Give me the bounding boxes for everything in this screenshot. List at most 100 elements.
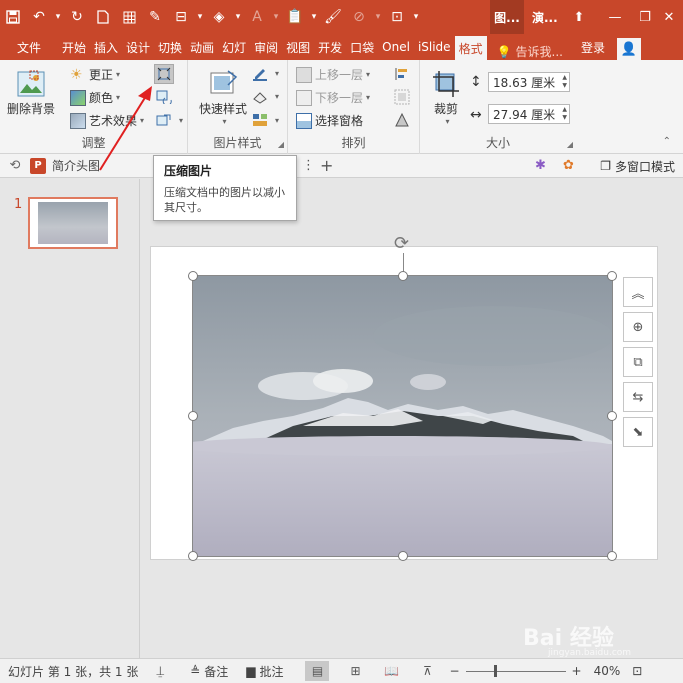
new-tab-icon[interactable]: + bbox=[320, 156, 333, 175]
paste-dropdown-icon[interactable]: ▾ bbox=[308, 0, 320, 34]
size-launcher-icon[interactable]: ◢ bbox=[567, 140, 573, 149]
slide-sorter-icon[interactable]: ⊞ bbox=[343, 661, 367, 681]
format-painter-icon[interactable]: 🖌 bbox=[320, 0, 346, 34]
slide-thumbnail[interactable] bbox=[28, 197, 118, 249]
tab-insert[interactable]: 插入 bbox=[90, 34, 122, 60]
tab-review[interactable]: 审阅 bbox=[250, 34, 282, 60]
color-button[interactable]: 颜色 ▾ bbox=[70, 89, 120, 106]
width-stepper-icon[interactable]: ▲ ▼ bbox=[562, 106, 567, 122]
ribbon-display-icon[interactable]: ⬆ bbox=[561, 0, 597, 34]
close-icon[interactable]: ✕ bbox=[655, 0, 683, 34]
tab-design[interactable]: 设计 bbox=[122, 34, 154, 60]
zoom-in-icon[interactable]: + bbox=[572, 664, 582, 678]
eyedropper-icon[interactable]: ✎ bbox=[142, 0, 168, 34]
collapse-ribbon-icon[interactable]: ⌃ bbox=[663, 136, 671, 147]
no-symbol-icon[interactable]: ⊘ bbox=[346, 0, 372, 34]
picture-layout-icon[interactable] bbox=[250, 110, 270, 130]
screenshot-icon[interactable]: ⊡ bbox=[384, 0, 410, 34]
group-objects-icon[interactable] bbox=[392, 87, 412, 107]
crop-button[interactable]: 裁剪 ▾ bbox=[428, 68, 464, 126]
resize-handle-top-right[interactable] bbox=[607, 271, 617, 281]
crop-corner-icon[interactable]: ⬊ bbox=[623, 417, 653, 447]
send-backward-button[interactable]: 下移一层 ▾ bbox=[296, 89, 370, 106]
remove-background-button[interactable]: 删除背景 bbox=[6, 68, 56, 117]
new-doc-icon[interactable] bbox=[90, 0, 116, 34]
reading-view-icon[interactable]: 📖 bbox=[379, 661, 403, 681]
tab-slideshow[interactable]: 幻灯 bbox=[218, 34, 250, 60]
swap-picture-icon[interactable]: ⇆ bbox=[623, 382, 653, 412]
font-color-dropdown-icon[interactable]: ▾ bbox=[270, 0, 282, 34]
border-dropdown-icon[interactable]: ▾ bbox=[275, 69, 279, 78]
no-symbol-dropdown-icon[interactable]: ▾ bbox=[372, 0, 384, 34]
redo-icon[interactable]: ↻ bbox=[64, 0, 90, 34]
undo-dropdown-icon[interactable]: ▾ bbox=[52, 0, 64, 34]
height-stepper-icon[interactable]: ▲ ▼ bbox=[562, 74, 567, 90]
paste-icon[interactable]: 📋 bbox=[282, 0, 308, 34]
spell-check-icon[interactable]: ⍊ bbox=[156, 664, 164, 679]
compress-pictures-icon[interactable] bbox=[154, 64, 174, 84]
tab-animations[interactable]: 动画 bbox=[186, 34, 218, 60]
rotate-handle-icon[interactable]: ⟳ bbox=[394, 233, 409, 254]
resize-handle-bottom-left[interactable] bbox=[188, 551, 198, 561]
login-link[interactable]: 登录 bbox=[563, 34, 605, 60]
resize-handle-left[interactable] bbox=[188, 411, 198, 421]
resize-handle-top[interactable] bbox=[398, 271, 408, 281]
bring-forward-button[interactable]: 上移一层 ▾ bbox=[296, 66, 370, 83]
zoom-level[interactable]: 40% bbox=[594, 664, 621, 678]
tab-islide[interactable]: iSlide bbox=[414, 34, 455, 60]
sparkle-icon[interactable]: ✱ bbox=[535, 158, 546, 173]
layer-icon[interactable]: ⧉ bbox=[623, 347, 653, 377]
picture-styles-launcher-icon[interactable]: ◢ bbox=[278, 140, 284, 149]
normal-view-icon[interactable]: ▤ bbox=[305, 661, 330, 681]
notes-button[interactable]: ≜ 备注 bbox=[190, 663, 228, 680]
tab-pocket[interactable]: 口袋 bbox=[346, 34, 378, 60]
align-dropdown-icon[interactable]: ▾ bbox=[194, 0, 206, 34]
reset-picture-icon[interactable] bbox=[154, 110, 174, 130]
resize-handle-bottom[interactable] bbox=[398, 551, 408, 561]
tab-home[interactable]: 开始 bbox=[58, 34, 90, 60]
width-input[interactable]: 27.94 厘米 ▲ ▼ bbox=[488, 104, 570, 124]
artistic-effects-button[interactable]: 艺术效果 ▾ bbox=[70, 112, 144, 129]
fill-color-icon[interactable]: ◈ bbox=[206, 0, 232, 34]
zoom-out-icon[interactable]: − bbox=[449, 664, 459, 678]
tab-view[interactable]: 视图 bbox=[282, 34, 314, 60]
slideshow-icon[interactable]: ⊼ bbox=[415, 661, 439, 681]
layout-dropdown-icon[interactable]: ▾ bbox=[275, 116, 279, 125]
tab-onenote[interactable]: Onel bbox=[378, 34, 414, 60]
fill-dropdown-icon[interactable]: ▾ bbox=[232, 0, 244, 34]
zoom-slider-thumb[interactable] bbox=[493, 664, 497, 677]
effects-dropdown-icon[interactable]: ▾ bbox=[275, 92, 279, 101]
quick-styles-button[interactable]: 快速样式 ▾ bbox=[196, 68, 250, 126]
share-user-icon[interactable]: 👤 bbox=[617, 38, 641, 60]
more-options-icon[interactable]: ⋮ bbox=[302, 158, 315, 173]
collapse-up-icon[interactable]: ︽ bbox=[623, 277, 653, 307]
document-tab[interactable]: P 简介头图 bbox=[30, 157, 100, 174]
resize-handle-right[interactable] bbox=[607, 411, 617, 421]
zoom-slider[interactable] bbox=[465, 664, 566, 677]
resize-handle-top-left[interactable] bbox=[188, 271, 198, 281]
align-icon[interactable]: ⊟ bbox=[168, 0, 194, 34]
customize-qat-icon[interactable]: ▾ bbox=[410, 0, 422, 34]
comments-button[interactable]: ▆ 批注 bbox=[246, 663, 283, 680]
selection-pane-button[interactable]: 选择窗格 bbox=[296, 112, 363, 129]
picture-border-icon[interactable] bbox=[250, 64, 270, 84]
grid-icon[interactable] bbox=[116, 0, 142, 34]
history-icon[interactable]: ⟲ bbox=[0, 158, 30, 173]
resize-handle-bottom-right[interactable] bbox=[607, 551, 617, 561]
corrections-button[interactable]: ☀ 更正 ▾ bbox=[70, 66, 120, 83]
multi-window-button[interactable]: ❐ 多窗口模式 bbox=[600, 154, 675, 178]
align-objects-icon[interactable] bbox=[392, 64, 412, 84]
settings-gear-icon[interactable]: ✿ bbox=[563, 158, 574, 173]
rotate-objects-icon[interactable] bbox=[392, 110, 412, 130]
picture-effects-icon[interactable] bbox=[250, 87, 270, 107]
tab-file[interactable]: 文件 bbox=[0, 34, 58, 60]
align-center-icon[interactable]: ⊕ bbox=[623, 312, 653, 342]
tab-transitions[interactable]: 切换 bbox=[154, 34, 186, 60]
save-icon[interactable] bbox=[0, 0, 26, 34]
fit-to-window-icon[interactable]: ⊡ bbox=[632, 664, 642, 678]
mountain-photo[interactable] bbox=[192, 275, 613, 557]
undo-icon[interactable]: ↶ bbox=[26, 0, 52, 34]
height-input[interactable]: 18.63 厘米 ▲ ▼ bbox=[488, 72, 570, 92]
reset-dropdown-icon[interactable]: ▾ bbox=[179, 116, 183, 125]
tab-developer[interactable]: 开发 bbox=[314, 34, 346, 60]
